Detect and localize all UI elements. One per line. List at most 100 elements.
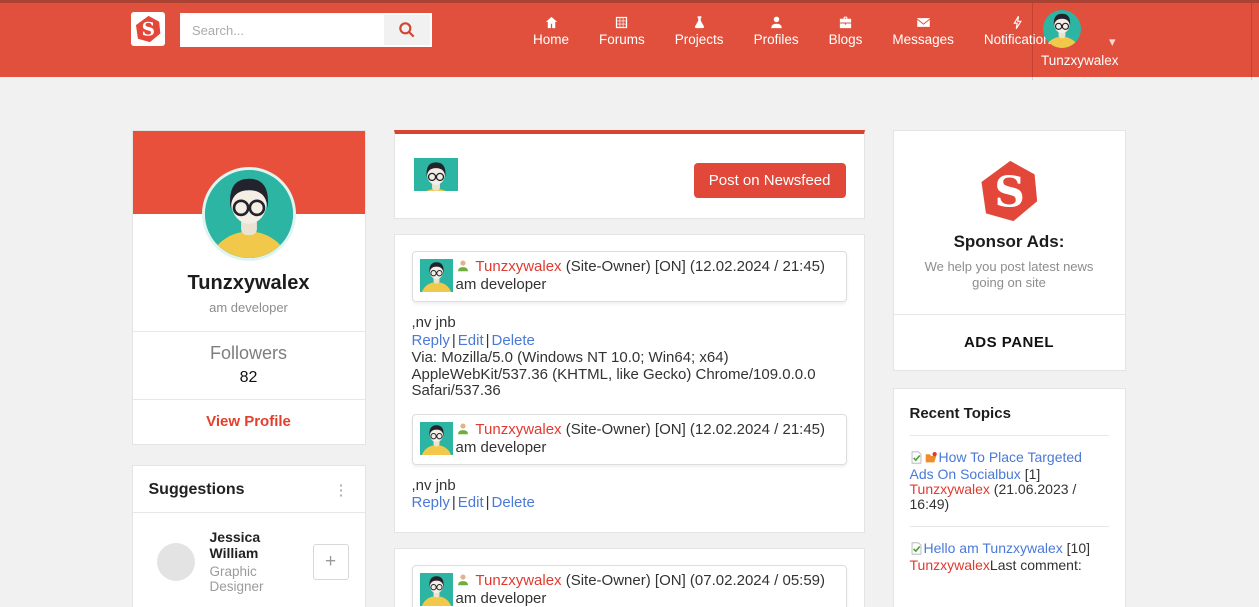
- post-body: ,nv jnb Reply | Edit | Delete: [412, 477, 847, 512]
- post-author-link[interactable]: Tunzxywalex: [475, 421, 561, 438]
- user-status-icon: [456, 259, 470, 277]
- nav-item-blogs[interactable]: Blogs: [814, 3, 878, 47]
- nav-item-forums[interactable]: Forums: [584, 3, 660, 47]
- nav-label: Home: [533, 32, 570, 47]
- post-author-tagline: am developer: [455, 589, 547, 607]
- topic-item: How To Place Targeted Ads On Socialbux […: [909, 434, 1109, 526]
- reply-link[interactable]: Reply: [412, 494, 450, 511]
- avatar[interactable]: [1043, 10, 1081, 48]
- post-timestamp: (12.02.2024 / 21:45): [689, 258, 826, 275]
- separator: |: [485, 331, 490, 349]
- user-menu-name: Tunzxywalex: [1041, 53, 1119, 68]
- nav-item-projects[interactable]: Projects: [660, 3, 739, 47]
- search-icon: [397, 20, 417, 40]
- user-avatar-icon: [420, 422, 453, 455]
- profile-avatar[interactable]: [201, 167, 296, 261]
- post-author-link[interactable]: Tunzxywalex: [475, 258, 561, 275]
- home-icon: [544, 15, 559, 30]
- suggestion-info: Jessica William Graphic Designer: [210, 529, 313, 594]
- post-on-newsfeed-button[interactable]: Post on Newsfeed: [693, 163, 846, 198]
- post-author-avatar[interactable]: [420, 573, 453, 606]
- suggestion-item: Jessica William Graphic Designer +: [132, 512, 365, 606]
- post-composer-card: Post on Newsfeed: [393, 130, 865, 219]
- user-status-icon: [456, 422, 470, 440]
- socialbux-logo-icon: [134, 15, 162, 43]
- user-avatar-icon: [414, 158, 458, 191]
- suggestions-header: Suggestions ⋮: [133, 466, 365, 512]
- post-author-link[interactable]: Tunzxywalex: [475, 572, 561, 589]
- post-online-status: [ON]: [654, 258, 686, 275]
- delete-link[interactable]: Delete: [492, 494, 535, 511]
- user-menu[interactable]: ▾ Tunzxywalex: [1032, 3, 1252, 80]
- user-avatar-icon: [420, 259, 453, 292]
- separator: |: [451, 331, 456, 349]
- suggestions-card: Suggestions ⋮ Jessica William Graphic De…: [131, 465, 366, 607]
- add-friend-button[interactable]: +: [312, 543, 349, 580]
- post-comment-text: ,nv jnb: [411, 314, 456, 332]
- user-avatar-icon: [205, 170, 293, 258]
- post-timestamp: (12.02.2024 / 21:45): [689, 420, 826, 438]
- search-bar: [180, 13, 432, 47]
- hot-topic-icon: [924, 451, 938, 467]
- post-author-avatar[interactable]: [420, 259, 453, 292]
- reply-link[interactable]: Reply: [412, 332, 450, 349]
- nav-item-home[interactable]: Home: [518, 3, 584, 47]
- edit-link[interactable]: Edit: [458, 494, 484, 511]
- post-header: Tunzxywalex (Site-Owner) [ON] (12.02.202…: [411, 413, 847, 465]
- projects-icon: [692, 15, 707, 30]
- post-header: Tunzxywalex (Site-Owner) [ON] (07.02.202…: [411, 564, 847, 607]
- site-logo[interactable]: [131, 12, 165, 46]
- forums-icon: [614, 15, 629, 30]
- delete-link[interactable]: Delete: [492, 332, 535, 349]
- nav-label: Projects: [674, 32, 724, 47]
- user-avatar-icon: [420, 573, 453, 606]
- profiles-icon: [769, 15, 784, 30]
- post-actions: Reply | Edit | Delete: [412, 494, 847, 512]
- chevron-down-icon[interactable]: ▾: [1109, 34, 1116, 50]
- topic-item: Hello am Tunzxywalex [10] TunzxywalexLas…: [909, 525, 1109, 587]
- post-header-line: Tunzxywalex (Site-Owner) [ON] (12.02.202…: [420, 420, 837, 440]
- page-content: Tunzxywalex am developer Followers 82 Vi…: [131, 77, 1128, 607]
- socialbux-logo-icon: [977, 158, 1041, 224]
- followers-section: Followers 82: [132, 331, 365, 399]
- post-author-role: (Site-Owner): [565, 571, 651, 589]
- followers-label: Followers: [209, 343, 288, 363]
- search-input[interactable]: [182, 15, 384, 45]
- right-sidebar: Sponsor Ads: We help you post latest new…: [892, 130, 1126, 607]
- recent-topics-title: Recent Topics: [909, 404, 1011, 422]
- nav-label: Profiles: [753, 32, 799, 47]
- avatar: [156, 542, 195, 581]
- profile-tagline: am developer: [209, 300, 288, 315]
- post-author-tagline: am developer: [455, 276, 547, 294]
- profile-name: Tunzxywalex: [187, 272, 310, 294]
- feed-post: Tunzxywalex (Site-Owner) [ON] (12.02.202…: [393, 234, 865, 533]
- messages-icon: [916, 15, 931, 30]
- sponsor-logo: [977, 158, 1041, 224]
- composer-avatar: [414, 158, 458, 191]
- topic-reply-count: [10]: [1066, 539, 1091, 556]
- post-author-avatar[interactable]: [420, 422, 453, 455]
- topic-read-icon: [910, 542, 923, 558]
- post-author-tagline: am developer: [455, 438, 547, 456]
- search-button[interactable]: [384, 15, 430, 45]
- feed-post: Tunzxywalex (Site-Owner) [ON] (07.02.202…: [393, 547, 865, 607]
- topic-link[interactable]: Hello am Tunzxywalex: [924, 540, 1063, 556]
- separator: |: [485, 494, 490, 512]
- post-author-role: (Site-Owner): [565, 258, 651, 275]
- post-online-status: [ON]: [654, 420, 686, 438]
- post-header-line: Tunzxywalex (Site-Owner) [ON] (12.02.202…: [420, 258, 837, 277]
- left-sidebar: Tunzxywalex am developer Followers 82 Vi…: [131, 130, 366, 607]
- nav-item-profiles[interactable]: Profiles: [739, 3, 814, 47]
- nav-item-messages[interactable]: Messages: [877, 3, 969, 47]
- view-profile-link[interactable]: View Profile: [206, 413, 291, 430]
- edit-link[interactable]: Edit: [458, 332, 484, 349]
- nav-label: Forums: [599, 32, 645, 47]
- topic-last-comment-label: Last comment:: [989, 557, 1082, 574]
- topic-author: Tunzxywalex: [909, 480, 990, 497]
- post-timestamp: (07.02.2024 / 05:59): [689, 571, 826, 589]
- post-via-useragent: Via: Mozilla/5.0 (Windows NT 10.0; Win64…: [411, 349, 816, 400]
- ads-panel-link[interactable]: ADS PANEL: [893, 313, 1125, 370]
- kebab-menu-icon[interactable]: ⋮: [334, 483, 349, 498]
- separator: |: [451, 494, 456, 512]
- sponsor-ads-card: Sponsor Ads: We help you post latest new…: [892, 130, 1126, 371]
